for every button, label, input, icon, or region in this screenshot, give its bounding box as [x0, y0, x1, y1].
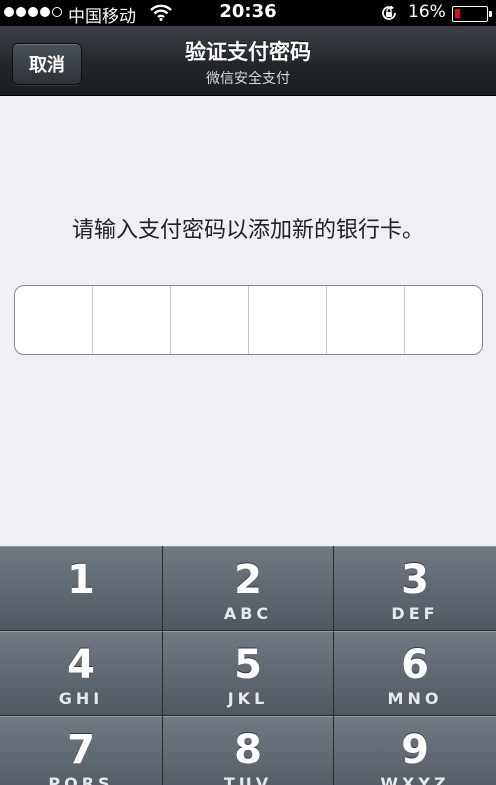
key-4[interactable]: 4 GHI [0, 631, 162, 715]
key-digit: 1 [67, 557, 95, 603]
key-1[interactable]: 1 [0, 546, 162, 630]
pin-digit-cell[interactable] [405, 286, 482, 354]
numeric-keypad: 1 2 ABC 3 DEF 4 GHI 5 JKL 6 MNO 7 PQRS 8 TUV 9W… [0, 546, 496, 785]
key-digit: 8 [234, 727, 262, 773]
page-title: 验证支付密码 [185, 40, 311, 64]
key-letters: ABC [223, 604, 273, 623]
key-digit: 7 [67, 727, 95, 773]
page-subtitle: 微信安全支付 [206, 71, 290, 87]
pin-digit-cell[interactable] [171, 286, 249, 354]
key-letters: TUV [223, 774, 273, 785]
key-digit: 4 [67, 642, 95, 688]
key-digit: 6 [401, 642, 429, 688]
battery-icon [452, 6, 492, 22]
rotation-lock-icon [380, 4, 398, 27]
key-letters: JKL [227, 689, 269, 708]
key-digit: 2 [234, 557, 262, 603]
key-6[interactable]: 6 MNO [334, 631, 496, 715]
key-8[interactable]: 8 TUV [163, 716, 333, 785]
key-letters: GHI [58, 689, 104, 708]
key-letters: WXYZ [380, 774, 450, 785]
navigation-bar: 取消 验证支付密码 微信安全支付 [0, 26, 496, 96]
pin-digit-cell[interactable] [93, 286, 171, 354]
password-prompt: 请输入支付密码以添加新的银行卡。 [71, 218, 424, 243]
payment-password-input[interactable] [14, 285, 483, 355]
pin-digit-cell[interactable] [15, 286, 93, 354]
key-7[interactable]: 7 PQRS [0, 716, 162, 785]
pin-digit-cell[interactable] [327, 286, 405, 354]
key-digit: 5 [234, 642, 262, 688]
key-2[interactable]: 2 ABC [163, 546, 333, 630]
key-3[interactable]: 3 DEF [334, 546, 496, 630]
key-letters: PQRS [48, 774, 114, 785]
status-bar: 中国移动 20:36 16% [0, 0, 496, 27]
key-letters: DEF [391, 604, 439, 623]
battery-percent: 16% [408, 2, 446, 22]
key-digit: 9 [401, 727, 429, 773]
key-5[interactable]: 5 JKL [163, 631, 333, 715]
key-9[interactable]: 9 WXYZ [334, 716, 496, 785]
pin-digit-cell[interactable] [249, 286, 327, 354]
key-letters: MNO [387, 689, 443, 708]
key-digit: 3 [401, 557, 429, 603]
